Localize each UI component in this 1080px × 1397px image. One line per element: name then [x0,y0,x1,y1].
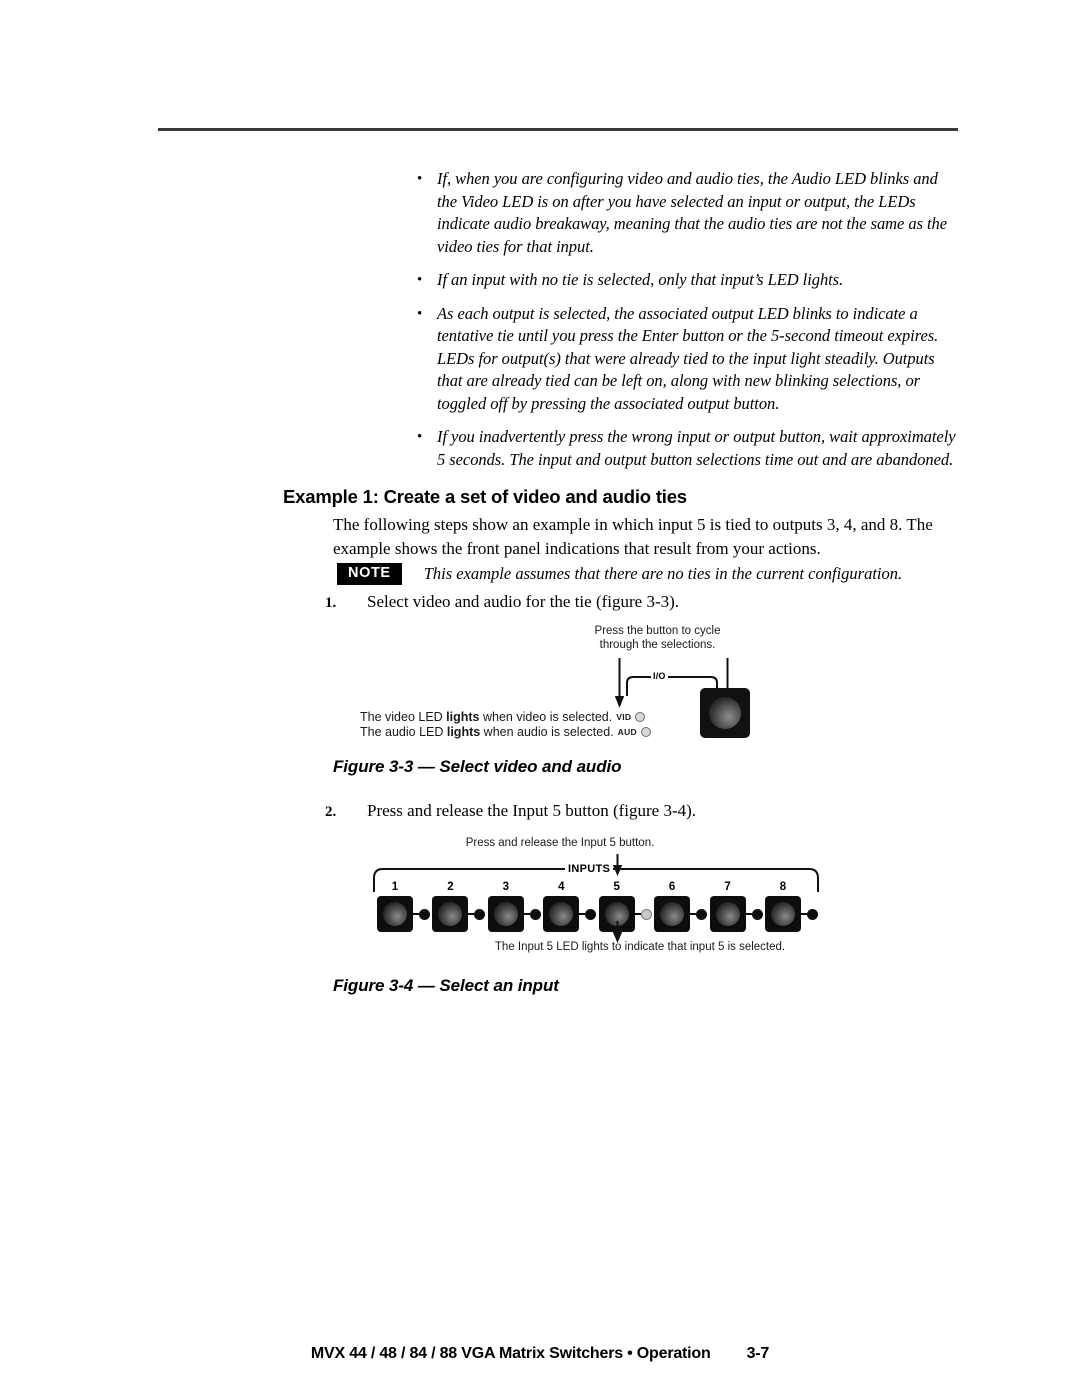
input-led-5 [640,908,652,920]
bullet-glyph: • [417,272,423,288]
input-led-2 [474,908,486,920]
input-button-cell: 5 [598,881,652,932]
input-led-1 [419,908,430,920]
bullet-text: If an input with no tie is selected, onl… [437,270,844,289]
video-legend-prefix: The video LED [360,710,447,724]
input-number-label: 4 [558,881,565,893]
page-footer: MVX 44 / 48 / 84 / 88 VGA Matrix Switche… [0,1345,1080,1363]
step-item: 2. Press and release the Input 5 button … [325,800,696,822]
vid-label: VID [616,712,632,722]
input-led-3 [529,908,541,920]
audio-legend-bold: lights [446,725,481,739]
input-button-7[interactable] [709,896,746,932]
note-callout: NOTE This example assumes that there are… [337,563,902,585]
input-button-cell: 3 [487,881,541,932]
step-text: Select video and audio for the tie (figu… [367,592,680,611]
input-number-label: 6 [668,881,676,893]
input-number-label: 3 [502,881,510,893]
led-lead [745,913,752,915]
input-button-group [543,896,597,932]
figure-3-3-led-legend: The video LED lights when video is selec… [360,710,651,740]
input-button-3[interactable] [487,896,524,932]
video-legend-bold: lights [446,710,480,724]
input-button-cell: 1 [377,881,430,932]
input-button-cell: 7 [709,881,763,932]
input-led-7 [751,908,763,920]
step-number: 1. [325,595,337,611]
list-item: • If, when you are configuring video and… [413,168,958,258]
header-rule [158,128,958,131]
input-button-cell: 6 [654,881,708,932]
callout-line-2: through the selections. [599,639,716,651]
input-button-1[interactable] [377,896,413,932]
figure-3-4-bottom-callout: The Input 5 LED lights to indicate that … [494,941,786,953]
input-number-label: 8 [779,881,787,893]
audio-led-indicator [640,727,651,737]
io-label: I/O [651,671,668,681]
aud-label: AUD [617,727,637,737]
input-number-label: 7 [724,881,731,893]
input-number-label: 5 [613,881,620,893]
bullet-text: If, when you are configuring video and a… [437,169,948,256]
io-push-button[interactable] [700,688,750,738]
input-button-cell: 8 [764,881,818,932]
input-button-group [377,896,430,932]
inputs-button-row: 1 2 3 4 5 6 7 8 [377,881,818,932]
input-button-cell: 2 [432,881,486,932]
input-led-8 [806,908,818,920]
input-button-2[interactable] [432,896,469,932]
bullet-text: If you inadvertently press the wrong inp… [437,427,956,469]
video-led-indicator [635,712,646,722]
figure-3-4-graphic: Press and release the Input 5 button. IN… [360,835,840,960]
bullet-text: As each output is selected, the associat… [437,303,939,413]
input-button-group [764,896,818,932]
document-page: • If, when you are configuring video and… [0,0,1080,1397]
body-paragraph: The following steps show an example in w… [333,515,933,558]
input-button-group [709,896,763,932]
down-arrow-icon [612,921,623,943]
input-button-4[interactable] [543,896,580,932]
input-button-group [654,896,708,932]
bullet-glyph: • [417,429,423,445]
note-text: This example assumes that there are no t… [423,563,903,583]
input-button-8[interactable] [764,896,801,932]
video-led-legend: The video LED lights when video is selec… [360,710,651,725]
bullet-list: • If, when you are configuring video and… [413,168,958,482]
figure-3-4-caption: Figure 3-4 — Select an input [333,976,559,995]
page-number: 3-7 [746,1345,770,1362]
step-text: Press and release the Input 5 button (fi… [367,801,697,820]
input-led-6 [696,908,708,920]
bullet-glyph: • [417,171,423,187]
input-button-group [598,896,652,932]
note-badge: NOTE [337,563,402,585]
input-number-label: 1 [391,881,399,893]
input-number-label: 2 [447,881,454,893]
input-button-cell: 4 [543,881,597,932]
video-legend-suffix: when video is selected. [479,710,613,724]
figure-3-3-top-callout: Press the button to cycle through the se… [565,624,750,652]
list-item: • If an input with no tie is selected, o… [413,269,958,292]
led-lead [634,913,641,915]
list-item: • As each output is selected, the associ… [413,303,958,416]
section-heading: Example 1: Create a set of video and aud… [283,486,687,507]
figure-3-3-caption: Figure 3-3 — Select video and audio [333,757,622,776]
step-number: 2. [325,804,337,820]
input-led-4 [585,908,597,920]
input-button-group [487,896,541,932]
bullet-glyph: • [417,305,423,322]
callout-line-1: Press the button to cycle [594,625,721,637]
audio-led-legend: The audio LED lights when audio is selec… [360,725,651,740]
footer-title: MVX 44 / 48 / 84 / 88 VGA Matrix Switche… [310,1345,711,1362]
step-item: 1. Select video and audio for the tie (f… [325,591,679,613]
input-button-6[interactable] [654,896,691,932]
figure-3-4-top-callout: Press and release the Input 5 button. [465,837,655,849]
list-item: • If you inadvertently press the wrong i… [413,426,958,471]
input-button-group [432,896,486,932]
audio-legend-suffix: when audio is selected. [480,725,614,739]
inputs-label: INPUTS [565,863,614,875]
led-lead [523,913,530,915]
audio-legend-prefix: The audio LED [360,725,447,739]
figure-3-3-graphic: Press the button to cycle through the se… [360,620,760,740]
